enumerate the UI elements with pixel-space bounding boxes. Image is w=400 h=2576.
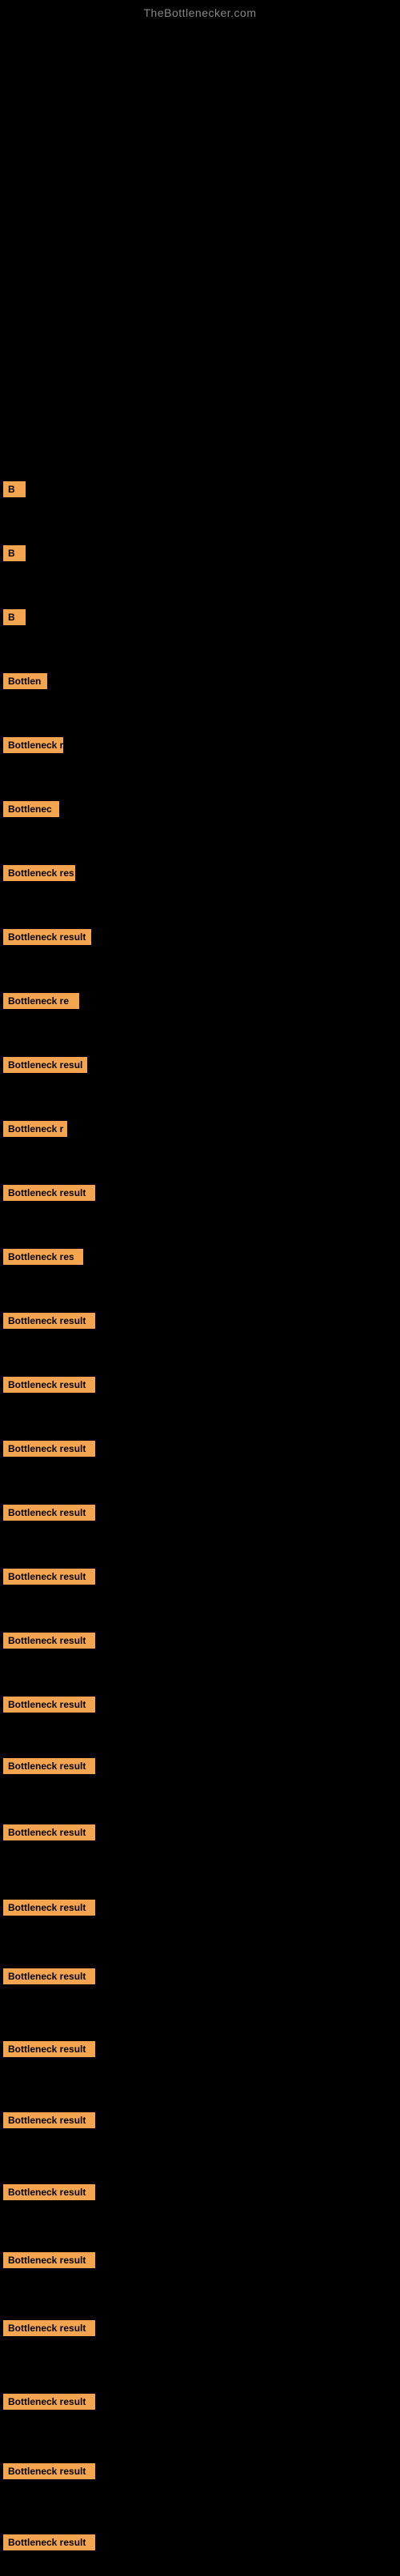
bottleneck-item-12: Bottleneck result [3, 1185, 95, 1201]
bottleneck-item-23: Bottleneck result [3, 1900, 95, 1916]
bottleneck-item-25: Bottleneck result [3, 2041, 95, 2057]
bottleneck-item-16: Bottleneck result [3, 1441, 95, 1457]
bottleneck-item-1: B [3, 481, 26, 497]
bottleneck-item-11: Bottleneck r [3, 1121, 67, 1137]
bottleneck-item-26: Bottleneck result [3, 2112, 95, 2128]
bottleneck-item-3: B [3, 609, 26, 625]
bottleneck-item-10: Bottleneck resul [3, 1057, 87, 1073]
bottleneck-item-20: Bottleneck result [3, 1697, 95, 1713]
site-title: TheBottlenecker.com [0, 0, 400, 26]
bottleneck-item-18: Bottleneck result [3, 1569, 95, 1585]
bottleneck-item-21: Bottleneck result [3, 1758, 95, 1774]
bottleneck-item-31: Bottleneck result [3, 2463, 95, 2479]
bottleneck-item-9: Bottleneck re [3, 993, 79, 1009]
bottleneck-item-13: Bottleneck res [3, 1249, 83, 1265]
bottleneck-item-17: Bottleneck result [3, 1505, 95, 1521]
bottleneck-item-14: Bottleneck result [3, 1313, 95, 1329]
bottleneck-item-15: Bottleneck result [3, 1377, 95, 1393]
bottleneck-item-5: Bottleneck r [3, 737, 63, 753]
bottleneck-item-27: Bottleneck result [3, 2184, 95, 2200]
bottleneck-item-32: Bottleneck result [3, 2534, 95, 2550]
bottleneck-item-22: Bottleneck result [3, 1824, 95, 1840]
bottleneck-item-24: Bottleneck result [3, 1968, 95, 1984]
bottleneck-item-30: Bottleneck result [3, 2394, 95, 2410]
bottleneck-item-6: Bottlenec [3, 801, 59, 817]
bottleneck-item-2: B [3, 545, 26, 561]
bottleneck-item-29: Bottleneck result [3, 2320, 95, 2336]
bottleneck-item-8: Bottleneck result [3, 929, 91, 945]
bottleneck-item-28: Bottleneck result [3, 2252, 95, 2268]
items-container: B B B Bottlen Bottleneck r Bottlenec Bottlenec… [0, 26, 400, 2576]
bottleneck-item-19: Bottleneck result [3, 1633, 95, 1649]
bottleneck-item-7: Bottleneck res [3, 865, 75, 881]
bottleneck-item-4: Bottlen [3, 673, 47, 689]
